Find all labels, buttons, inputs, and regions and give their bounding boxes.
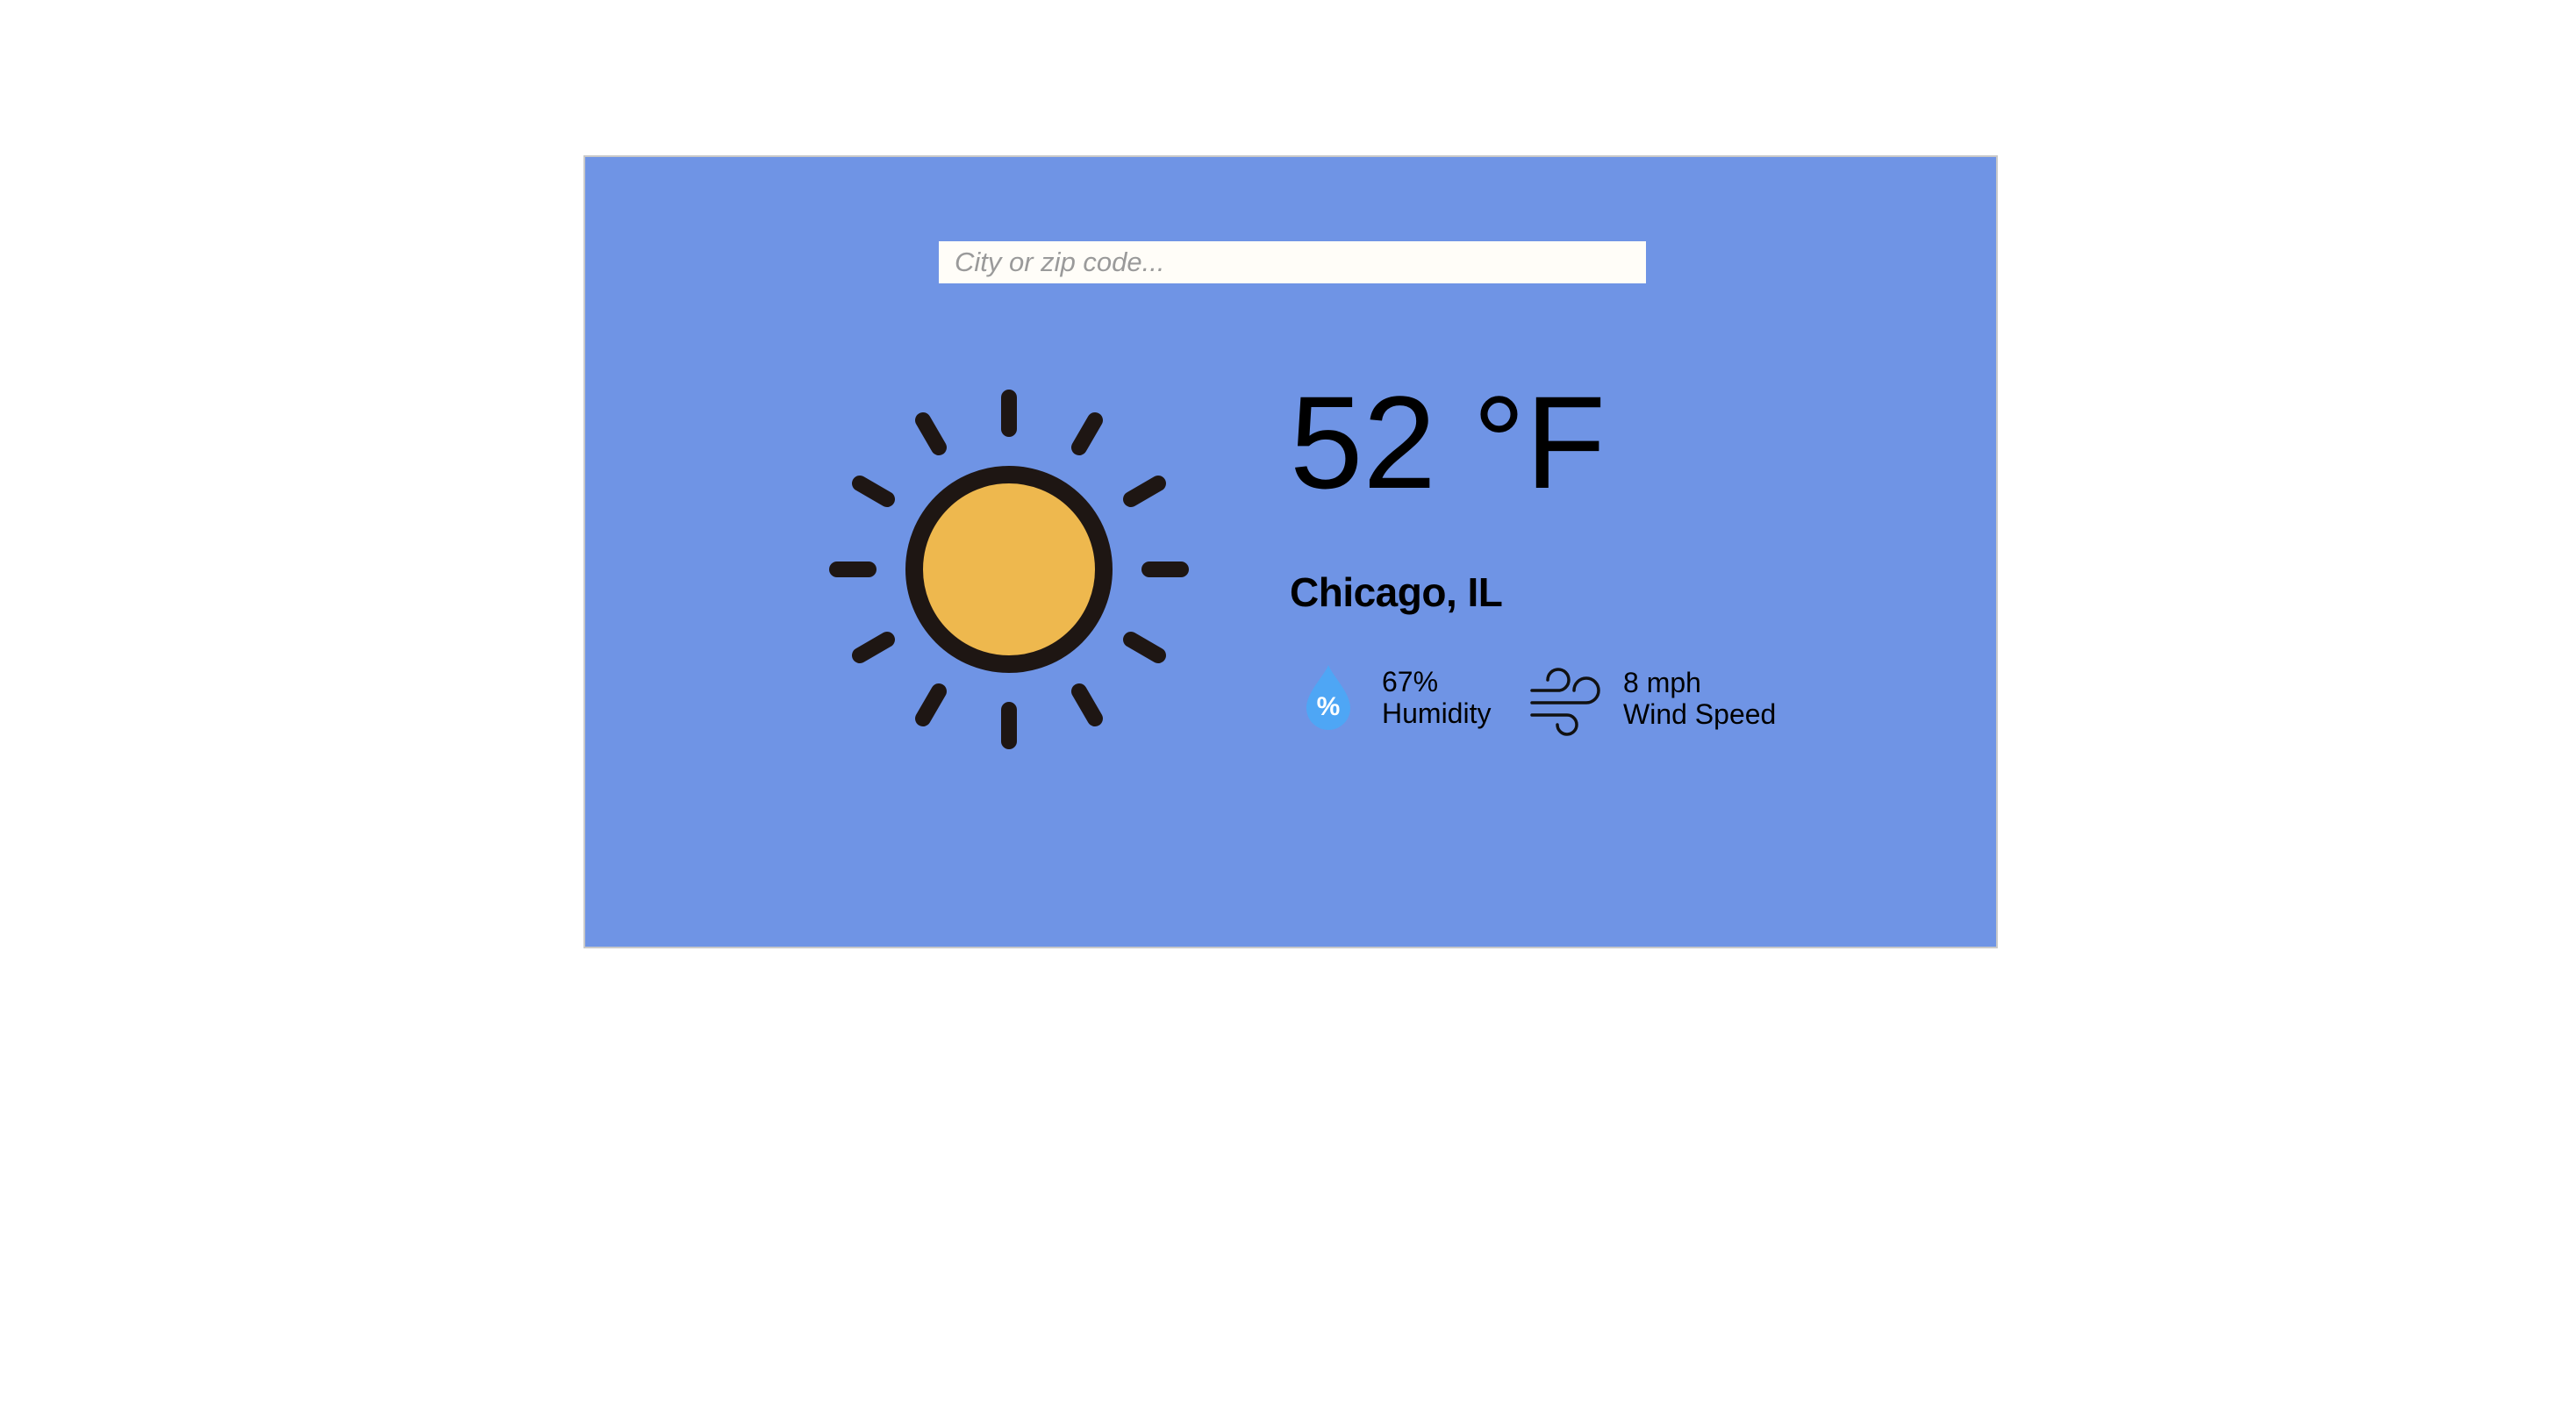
wind-label: Wind Speed	[1623, 698, 1777, 730]
location-name: Chicago, IL	[1290, 569, 1503, 615]
search-input[interactable]	[939, 241, 1646, 283]
temperature-value: 52 °F	[1290, 368, 1606, 516]
humidity-value: 67%	[1382, 666, 1439, 697]
humidity-percent-glyph: %	[1317, 692, 1341, 721]
wind-icon	[1530, 668, 1600, 736]
wind-value: 8 mph	[1623, 667, 1701, 698]
humidity-stat: % 67% Humidity	[1303, 662, 1491, 733]
humidity-text: 67% Humidity	[1382, 666, 1491, 729]
wind-stat: 8 mph Wind Speed	[1528, 661, 1776, 736]
weather-card: 52 °F Chicago, IL % 67% Humidity 8 mph W…	[583, 155, 1998, 948]
wind-text: 8 mph Wind Speed	[1623, 667, 1776, 730]
humidity-drop-icon: %	[1306, 665, 1350, 730]
sun-icon	[829, 390, 1189, 749]
humidity-label: Humidity	[1382, 697, 1492, 729]
